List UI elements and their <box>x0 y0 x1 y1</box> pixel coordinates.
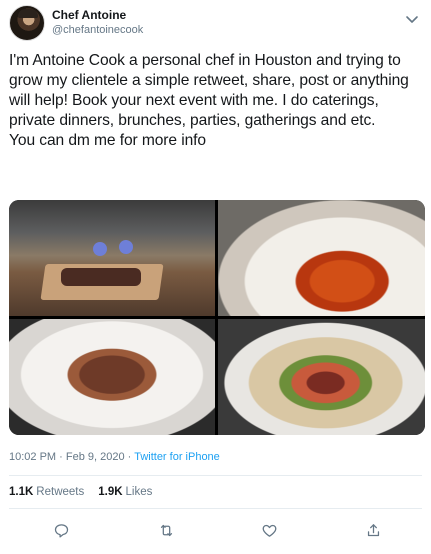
tweet-paragraph: You can dm me for more info <box>9 132 206 149</box>
likes-count: 1.9K <box>98 486 123 498</box>
tweet-time[interactable]: 10:02 PM <box>9 451 56 463</box>
like-icon <box>262 524 276 537</box>
photo-lobster-tail-plate[interactable] <box>218 200 425 316</box>
divider <box>9 475 422 476</box>
likes-stat[interactable]: 1.9K Likes <box>98 486 152 498</box>
tweet-meta: 10:02 PM · Feb 9, 2020 · Twitter for iPh… <box>9 451 220 463</box>
share-icon <box>367 523 379 536</box>
reply-icon <box>54 523 68 538</box>
photo-chef-carving-meat[interactable] <box>9 200 215 316</box>
photo-lamb-chops-potatoes[interactable] <box>9 319 215 435</box>
retweet-button[interactable] <box>154 518 178 542</box>
photo-steak-rice-bowl[interactable] <box>218 319 425 435</box>
retweets-stat[interactable]: 1.1K Retweets <box>9 486 84 498</box>
retweets-label: Retweets <box>36 486 85 498</box>
reply-button[interactable] <box>49 518 73 542</box>
author-name[interactable]: Chef Antoine <box>52 8 126 22</box>
retweet-icon <box>160 524 172 536</box>
chevron-down-icon[interactable] <box>405 11 419 23</box>
divider <box>9 508 422 509</box>
tweet-date[interactable]: Feb 9, 2020 <box>66 451 125 463</box>
avatar[interactable] <box>9 5 45 41</box>
likes-label: Likes <box>125 486 153 498</box>
share-button[interactable] <box>361 518 385 542</box>
tweet-text: I'm Antoine Cook a personal chef in Hous… <box>9 51 425 151</box>
action-bar <box>0 518 431 544</box>
tweet-paragraph: I'm Antoine Cook a personal chef in Hous… <box>9 52 409 129</box>
retweets-count: 1.1K <box>9 486 34 498</box>
author-handle[interactable]: @chefantoinecook <box>52 24 143 36</box>
meta-separator: · <box>127 451 132 463</box>
tweet-source-link[interactable]: Twitter for iPhone <box>134 451 220 463</box>
meta-separator: · <box>59 451 63 463</box>
like-button[interactable] <box>257 518 281 542</box>
media-grid <box>9 200 425 435</box>
engagement-stats: 1.1K Retweets 1.9K Likes <box>9 486 152 498</box>
